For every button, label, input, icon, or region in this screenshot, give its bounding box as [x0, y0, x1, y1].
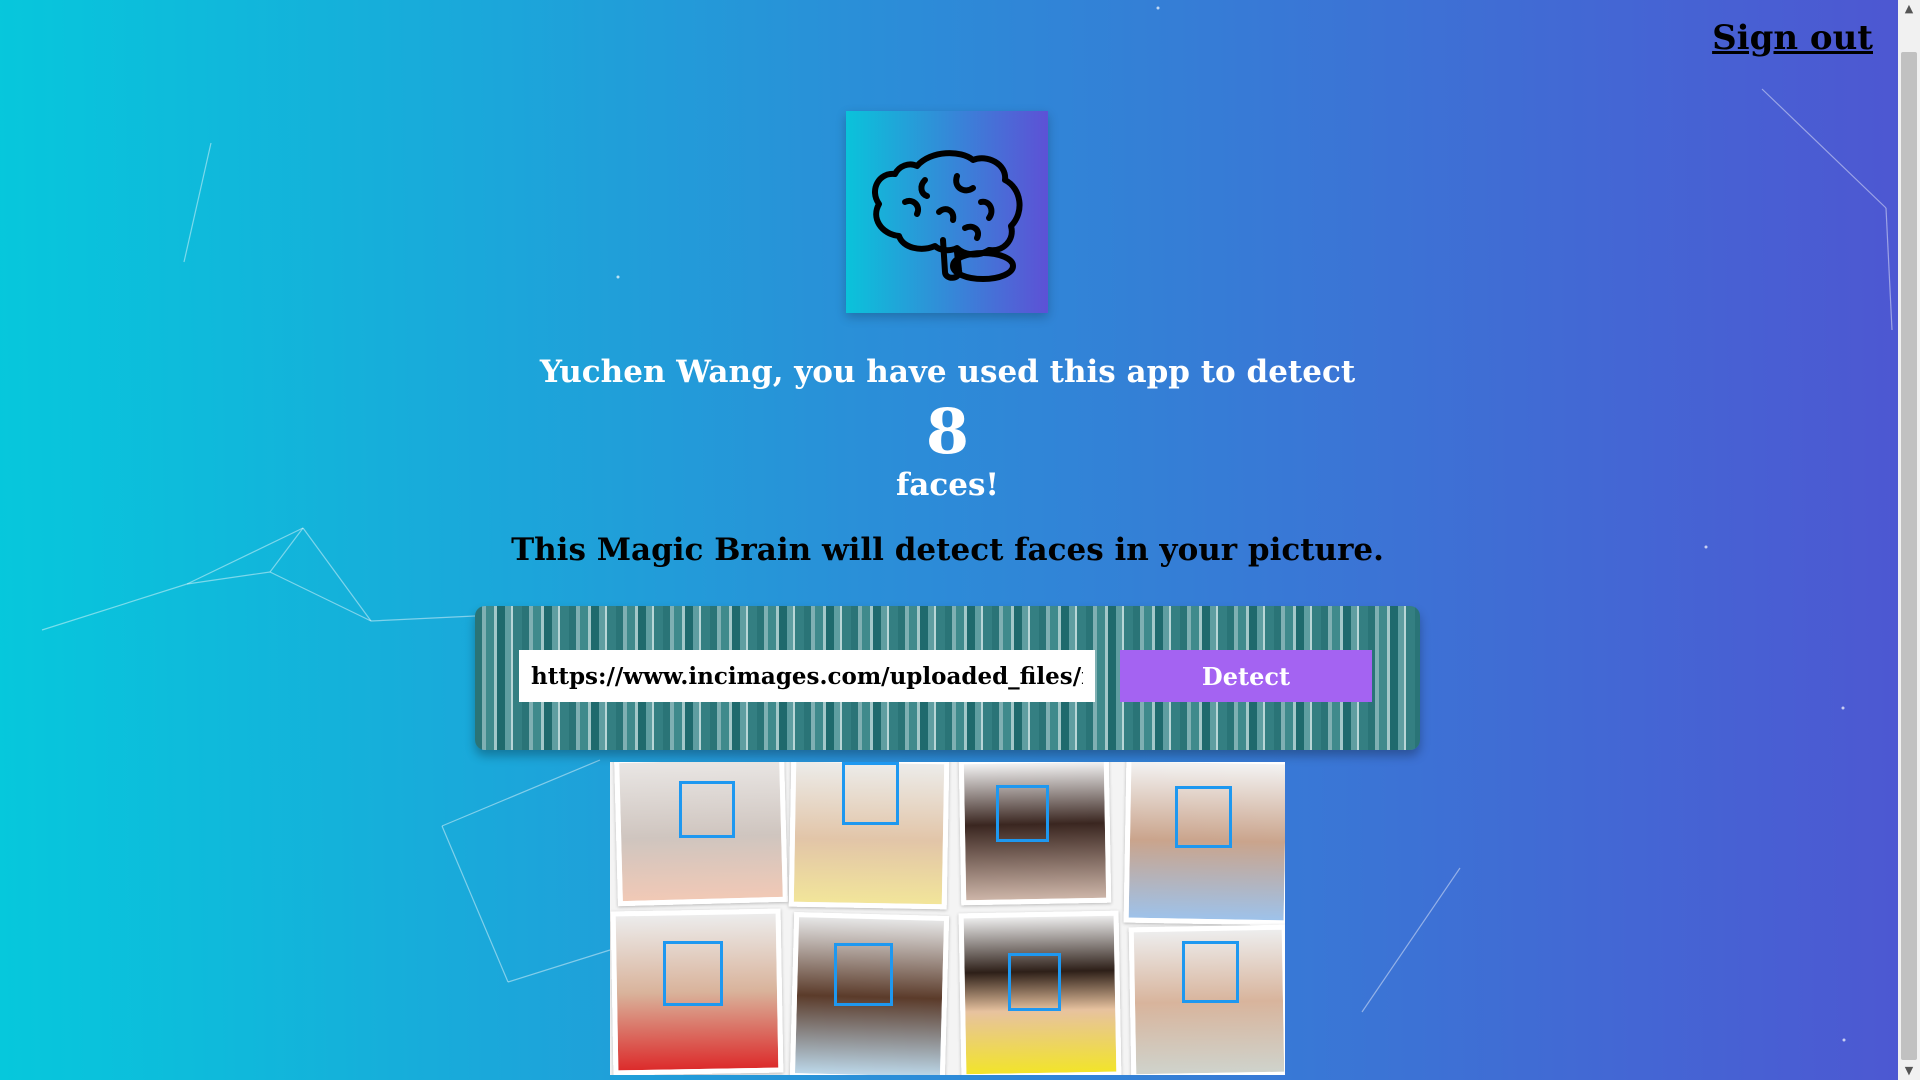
- faces-suffix: faces!: [895, 467, 1000, 503]
- face-bounding-box: [996, 785, 1049, 842]
- scrollbar-thumb[interactable]: [1901, 52, 1917, 1060]
- face-bounding-box: [663, 941, 723, 1006]
- scroll-down-arrow-icon[interactable]: ▼: [1898, 1062, 1920, 1080]
- image-url-form: Detect: [475, 606, 1420, 750]
- vertical-scrollbar[interactable]: ▲ ▼: [1898, 0, 1920, 1080]
- face-bounding-box: [679, 781, 735, 838]
- app-logo: [846, 111, 1048, 313]
- result-image: [610, 762, 1285, 1075]
- face-bounding-box: [842, 762, 899, 825]
- detect-button[interactable]: Detect: [1120, 650, 1372, 702]
- brain-icon: [871, 149, 1022, 282]
- face-bounding-box: [1008, 953, 1061, 1011]
- face-bounding-box: [1175, 786, 1232, 848]
- app-tagline: This Magic Brain will detect faces in yo…: [511, 532, 1384, 568]
- faces-count: 8: [925, 395, 970, 468]
- sign-out-link[interactable]: Sign out: [1712, 18, 1873, 58]
- image-url-input[interactable]: [519, 650, 1095, 702]
- face-bounding-box: [1182, 941, 1239, 1003]
- scroll-up-arrow-icon[interactable]: ▲: [1898, 0, 1920, 18]
- face-bounding-box: [834, 943, 893, 1006]
- rank-message: Yuchen Wang, you have used this app to d…: [539, 354, 1356, 390]
